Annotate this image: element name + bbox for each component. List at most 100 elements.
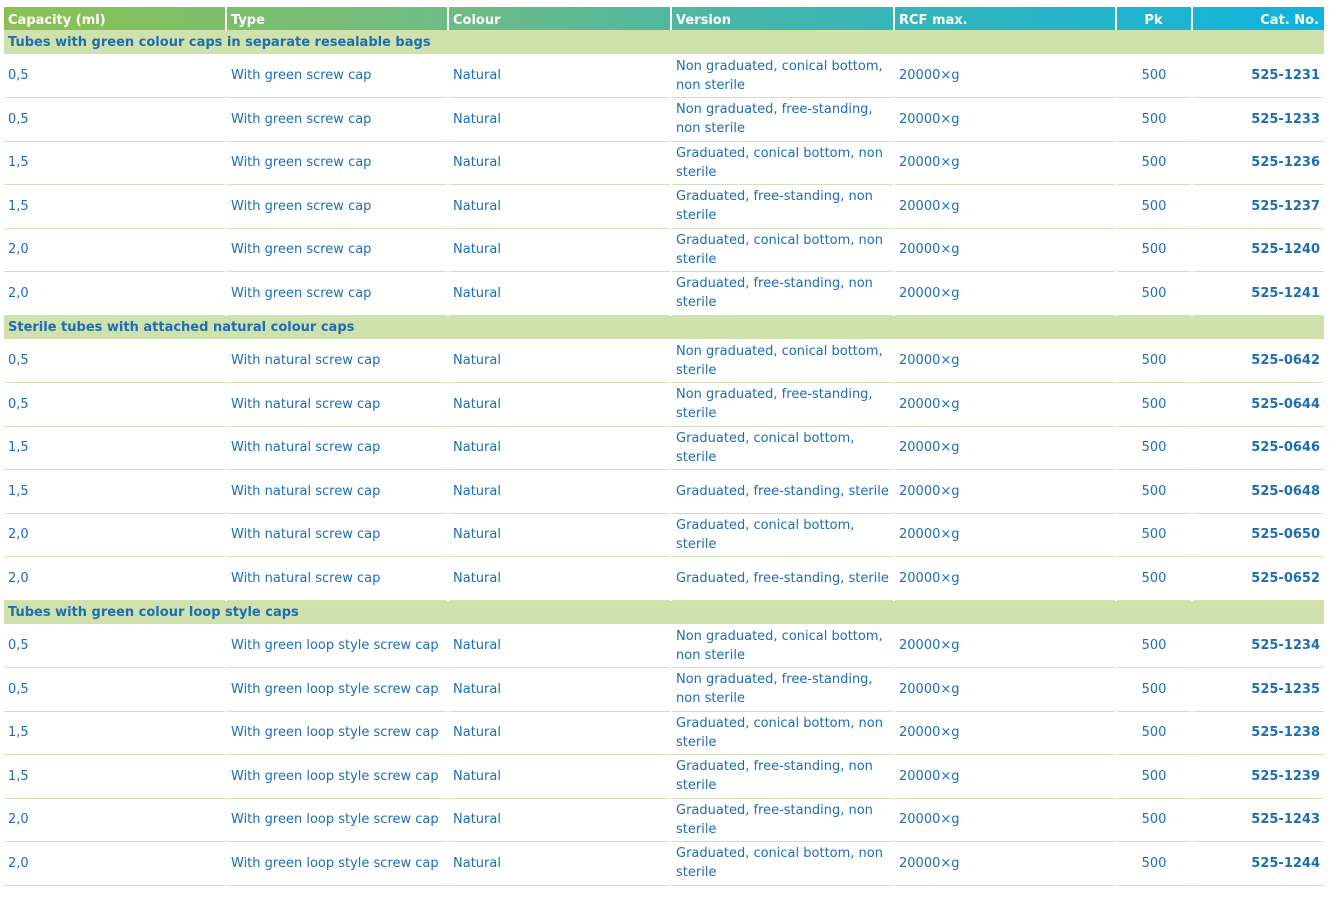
cell-capacity: 0,5	[4, 54, 226, 98]
cell-colour: Natural	[447, 841, 671, 886]
cell-capacity: 2,0	[4, 271, 226, 316]
cell-cat-no: 525-1239	[1191, 754, 1324, 799]
cell-pk: 500	[1115, 667, 1192, 712]
cell-version: Graduated, free-standing, non sterile	[670, 184, 894, 229]
group-row: Tubes with green colour loop style caps	[4, 600, 1324, 624]
cell-capacity: 0,5	[4, 382, 226, 427]
cell-rcf: 20000×g	[893, 667, 1116, 712]
header-cat-no: Cat. No.	[1191, 7, 1324, 30]
cell-version: Non graduated, conical bottom, non steri…	[670, 624, 894, 668]
table-row: 1,5 With natural screw cap Natural Graduate…	[4, 426, 1324, 470]
cell-type: With green loop style screw cap	[225, 624, 448, 668]
group-row: Tubes with green colour caps in separate…	[4, 30, 1324, 54]
cell-capacity: 1,5	[4, 141, 226, 185]
cell-capacity: 1,5	[4, 711, 226, 755]
header-row: Capacity (ml) Type Colour Version RCF ma…	[4, 7, 1324, 30]
cell-pk: 500	[1115, 513, 1192, 557]
cell-cat-no: 525-1235	[1191, 667, 1324, 712]
cell-capacity: 2,0	[4, 228, 226, 272]
cell-version: Graduated, free-standing, non sterile	[670, 798, 894, 842]
cell-cat-no: 525-1233	[1191, 97, 1324, 142]
table-row: 2,0 With green screw cap Natural Graduated,…	[4, 228, 1324, 272]
cell-type: With green screw cap	[225, 97, 448, 142]
cell-cat-no: 525-1244	[1191, 841, 1324, 886]
cell-type: With green loop style screw cap	[225, 711, 448, 755]
cell-cat-no: 525-0644	[1191, 382, 1324, 427]
cell-version: Non graduated, conical bottom, sterile	[670, 339, 894, 383]
cell-capacity: 1,5	[4, 469, 226, 514]
cell-version: Graduated, conical bottom, non sterile	[670, 141, 894, 185]
table-row: 0,5 With green screw cap Natural Non gradua…	[4, 54, 1324, 98]
cell-capacity: 2,0	[4, 841, 226, 886]
cell-version: Non graduated, free-standing, non steril…	[670, 97, 894, 142]
cell-cat-no: 525-1237	[1191, 184, 1324, 229]
cell-cat-no: 525-0652	[1191, 556, 1324, 601]
cell-type: With green loop style screw cap	[225, 754, 448, 799]
cell-pk: 500	[1115, 754, 1192, 799]
cell-rcf: 20000×g	[893, 271, 1116, 316]
table-row: 0,5 With green loop style screw cap Natura…	[4, 624, 1324, 668]
table-row: 2,0 With green loop style screw cap Natura…	[4, 798, 1324, 842]
cell-rcf: 20000×g	[893, 556, 1116, 601]
cell-colour: Natural	[447, 54, 671, 98]
table-row: 0,5 With green screw cap Natural Non gradua…	[4, 97, 1324, 142]
table-row: 2,0 With green loop style screw cap Natura…	[4, 841, 1324, 886]
cell-colour: Natural	[447, 184, 671, 229]
cell-colour: Natural	[447, 469, 671, 514]
cell-colour: Natural	[447, 798, 671, 842]
cell-pk: 500	[1115, 271, 1192, 316]
cell-type: With natural screw cap	[225, 469, 448, 514]
cell-colour: Natural	[447, 382, 671, 427]
cell-colour: Natural	[447, 711, 671, 755]
cell-cat-no: 525-0646	[1191, 426, 1324, 470]
group-title: Tubes with green colour loop style caps	[8, 604, 299, 620]
cell-version: Graduated, conical bottom, sterile	[670, 426, 894, 470]
cell-colour: Natural	[447, 667, 671, 712]
cell-version: Graduated, conical bottom, non sterile	[670, 228, 894, 272]
cell-pk: 500	[1115, 141, 1192, 185]
cell-version: Graduated, conical bottom, sterile	[670, 513, 894, 557]
table-row: 2,0 With natural screw cap Natural Graduate…	[4, 556, 1324, 601]
cell-capacity: 0,5	[4, 339, 226, 383]
cell-pk: 500	[1115, 54, 1192, 98]
cell-colour: Natural	[447, 624, 671, 668]
cell-cat-no: 525-1238	[1191, 711, 1324, 755]
cell-type: With natural screw cap	[225, 382, 448, 427]
cell-colour: Natural	[447, 97, 671, 142]
header-type: Type	[225, 7, 448, 30]
cell-capacity: 0,5	[4, 667, 226, 712]
header-colour: Colour	[447, 7, 671, 30]
cell-version: Non graduated, free-standing, sterile	[670, 382, 894, 427]
cell-type: With green screw cap	[225, 141, 448, 185]
table-row: 1,5 With green loop style screw cap Natura…	[4, 754, 1324, 799]
cell-version: Graduated, free-standing, sterile	[670, 556, 894, 601]
cell-type: With natural screw cap	[225, 426, 448, 470]
cell-type: With green loop style screw cap	[225, 798, 448, 842]
cell-rcf: 20000×g	[893, 513, 1116, 557]
group-title: Sterile tubes with attached natural colo…	[8, 319, 355, 335]
cell-colour: Natural	[447, 228, 671, 272]
cell-rcf: 20000×g	[893, 97, 1116, 142]
cell-capacity: 1,5	[4, 426, 226, 470]
cell-capacity: 1,5	[4, 184, 226, 229]
table-body: Tubes with green colour caps in separate…	[4, 30, 1324, 886]
cell-rcf: 20000×g	[893, 624, 1116, 668]
cell-colour: Natural	[447, 426, 671, 470]
cell-cat-no: 525-1243	[1191, 798, 1324, 842]
cell-rcf: 20000×g	[893, 469, 1116, 514]
table-row: 1,5 With green loop style screw cap Natura…	[4, 711, 1324, 755]
cell-rcf: 20000×g	[893, 711, 1116, 755]
cell-rcf: 20000×g	[893, 754, 1116, 799]
cell-colour: Natural	[447, 513, 671, 557]
cell-capacity: 0,5	[4, 97, 226, 142]
cell-version: Graduated, conical bottom, non sterile	[670, 711, 894, 755]
cell-version: Graduated, free-standing, non sterile	[670, 271, 894, 316]
cell-type: With green screw cap	[225, 54, 448, 98]
cell-type: With green screw cap	[225, 271, 448, 316]
cell-capacity: 2,0	[4, 513, 226, 557]
cell-colour: Natural	[447, 754, 671, 799]
cell-cat-no: 525-1231	[1191, 54, 1324, 98]
cell-pk: 500	[1115, 624, 1192, 668]
cell-colour: Natural	[447, 339, 671, 383]
cell-cat-no: 525-1236	[1191, 141, 1324, 185]
